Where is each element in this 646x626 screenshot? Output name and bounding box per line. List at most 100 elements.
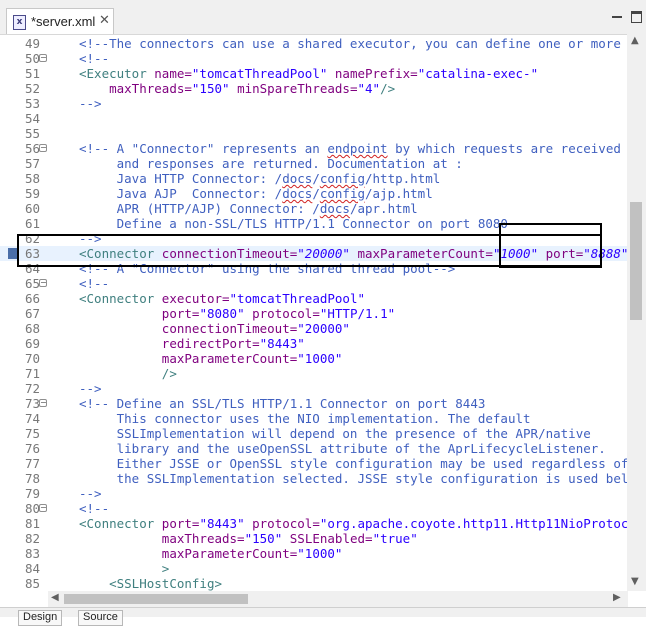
vertical-scroll-thumb[interactable]	[630, 202, 642, 320]
code-token: protocol=	[252, 306, 320, 321]
horizontal-scroll-thumb[interactable]	[64, 594, 248, 604]
line-number: 73	[24, 396, 40, 411]
code-line[interactable]: 52 maxThreads="150" minSpareThreads="4"/…	[0, 81, 628, 96]
code-line[interactable]: 83 maxParameterCount="1000"	[0, 546, 628, 561]
code-line[interactable]: 53 -->	[0, 96, 628, 111]
code-line[interactable]: 72 -->	[0, 381, 628, 396]
fold-toggle-icon[interactable]: −	[39, 54, 47, 62]
code-text: SSLImplementation will depend on the pre…	[79, 426, 591, 441]
change-marker-icon	[8, 248, 17, 259]
line-number: 79	[24, 486, 40, 501]
code-text: redirectPort="8443"	[79, 336, 305, 351]
code-line[interactable]: 82 maxThreads="150" SSLEnabled="true"	[0, 531, 628, 546]
scroll-left-icon[interactable]: ◀	[51, 592, 59, 603]
line-number: 53	[24, 96, 40, 111]
source-editor[interactable]: 49 <!--The connectors can use a shared ex…	[0, 34, 628, 591]
code-token: "tomcatThreadPool"	[191, 66, 328, 81]
line-number: 61	[24, 216, 40, 231]
line-number: 52	[24, 81, 40, 96]
code-line[interactable]: 57 and responses are returned. Documenta…	[0, 156, 628, 171]
code-token: <!-- A "Connector" represents an endpoin…	[79, 141, 621, 156]
tab-server-xml[interactable]: x *server.xml ✕	[6, 8, 114, 34]
fold-toggle-icon[interactable]: −	[39, 144, 47, 152]
code-line[interactable]: 59 Java AJP Connector: /docs/config/ajp.…	[0, 186, 628, 201]
code-line[interactable]: 75 SSLImplementation will depend on the …	[0, 426, 628, 441]
fold-toggle-icon[interactable]: −	[39, 504, 47, 512]
close-icon[interactable]: ✕	[99, 13, 110, 28]
code-line[interactable]: 51 <Executor name="tomcatThreadPool" name…	[0, 66, 628, 81]
code-token: Java AJP Connector: /docs/config/ajp.htm…	[79, 186, 433, 201]
code-text: <!-- A "Connector" represents an endpoin…	[79, 141, 621, 156]
code-token: <!--	[79, 501, 110, 516]
code-text: <!--	[79, 501, 109, 516]
code-line[interactable]: 54	[0, 111, 628, 126]
code-text: maxThreads="150" minSpareThreads="4"/>	[79, 81, 395, 96]
fold-toggle-icon[interactable]: −	[39, 279, 47, 287]
code-token: "8443"	[199, 516, 245, 531]
scroll-down-icon[interactable]: ▼	[631, 576, 639, 587]
code-line[interactable]: 70 maxParameterCount="1000"	[0, 351, 628, 366]
code-line[interactable]: 55	[0, 126, 628, 141]
line-number: 49	[24, 36, 40, 51]
code-token: <!--	[79, 51, 110, 66]
code-token: redirectPort=	[161, 336, 260, 351]
code-line[interactable]: 50− <!--	[0, 51, 628, 66]
code-line[interactable]: 74 This connector uses the NIO implement…	[0, 411, 628, 426]
code-line[interactable]: 84 >	[0, 561, 628, 576]
minimize-icon[interactable]	[612, 16, 622, 18]
scroll-right-icon[interactable]: ▶	[613, 592, 621, 603]
code-line[interactable]: 80− <!--	[0, 501, 628, 516]
code-token: <!--	[79, 276, 110, 291]
vertical-scrollbar[interactable]: ▲ ▼	[627, 34, 646, 591]
code-line[interactable]: 56− <!-- A "Connector" represents an endp…	[0, 141, 628, 156]
code-line[interactable]: 69 redirectPort="8443"	[0, 336, 628, 351]
editor-tab-bar: x *server.xml ✕	[0, 0, 646, 35]
code-text: />	[79, 366, 177, 381]
line-number: 72	[24, 381, 40, 396]
code-line[interactable]: 73− <!-- Define an SSL/TLS HTTP/1.1 Conne…	[0, 396, 628, 411]
code-line[interactable]: 81 <Connector port="8443" protocol="org.a…	[0, 516, 628, 531]
line-number: 51	[24, 66, 40, 81]
code-line[interactable]: 76 library and the useOpenSSL attribute …	[0, 441, 628, 456]
code-token: "20000"	[297, 321, 350, 336]
code-line[interactable]: 49 <!--The connectors can use a shared ex…	[0, 36, 628, 51]
tab-design[interactable]: Design	[18, 610, 63, 626]
code-line[interactable]: 58 Java HTTP Connector: /docs/config/htt…	[0, 171, 628, 186]
code-token: <!-- Define an SSL/TLS HTTP/1.1 Connecto…	[79, 396, 486, 411]
code-line[interactable]: 78 the SSLImplementation selected. JSSE …	[0, 471, 628, 486]
code-line[interactable]: 79 -->	[0, 486, 628, 501]
code-token: "1000"	[297, 546, 343, 561]
code-text: Either JSSE or OpenSSL style configurati…	[79, 456, 628, 471]
line-number: 55	[24, 126, 40, 141]
line-number: 75	[24, 426, 40, 441]
code-line[interactable]: 77 Either JSSE or OpenSSL style configur…	[0, 456, 628, 471]
code-text: Define a non-SSL/TLS HTTP/1.1 Connector …	[79, 216, 508, 231]
code-line[interactable]: 65− <!--	[0, 276, 628, 291]
code-line[interactable]: 68 connectionTimeout="20000"	[0, 321, 628, 336]
code-token: namePrefix=	[334, 66, 418, 81]
code-line[interactable]: 67 port="8080" protocol="HTTP/1.1"	[0, 306, 628, 321]
line-number: 57	[24, 156, 40, 171]
code-token: <SSLHostConfig>	[109, 576, 222, 591]
code-line[interactable]: 66 <Connector executor="tomcatThreadPool"	[0, 291, 628, 306]
horizontal-scrollbar[interactable]: ◀ ▶	[48, 591, 628, 607]
code-text: maxThreads="150" SSLEnabled="true"	[79, 531, 418, 546]
scroll-up-icon[interactable]: ▲	[631, 35, 639, 46]
tab-source[interactable]: Source	[78, 610, 123, 626]
maximize-icon[interactable]	[631, 11, 642, 23]
line-number: 60	[24, 201, 40, 216]
code-text: <!--	[79, 51, 109, 66]
code-text: -->	[79, 96, 102, 111]
code-line[interactable]: 60 APR (HTTP/AJP) Connector: /docs/apr.h…	[0, 201, 628, 216]
code-line[interactable]: 71 />	[0, 366, 628, 381]
fold-toggle-icon[interactable]: −	[39, 399, 47, 407]
code-line[interactable]: 85 <SSLHostConfig>	[0, 576, 628, 591]
